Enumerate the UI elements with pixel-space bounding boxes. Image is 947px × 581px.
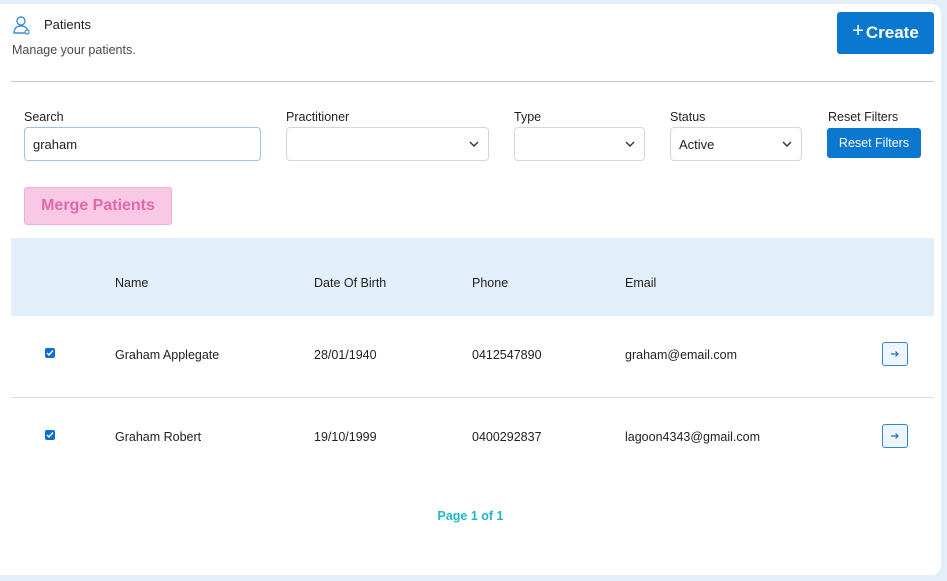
type-select[interactable] (514, 127, 645, 161)
patient-dob: 19/10/1999 (314, 430, 377, 444)
patient-phone: 0400292837 (472, 430, 542, 444)
search-field[interactable] (24, 127, 261, 161)
checkmark-icon (46, 432, 54, 439)
page-subtitle: Manage your patients. (12, 43, 136, 57)
patient-email: graham@email.com (625, 348, 738, 362)
chevron-down-icon (625, 141, 635, 147)
column-header-dob[interactable]: Date Of Birth (314, 276, 386, 290)
status-select[interactable]: Active (670, 127, 802, 161)
page-title: Patients (44, 17, 91, 32)
column-header-name[interactable]: Name (115, 276, 148, 290)
arrow-right-icon (891, 433, 899, 439)
user-icon (13, 16, 30, 35)
practitioner-label: Practitioner (286, 110, 350, 124)
column-header-phone[interactable]: Phone (472, 276, 508, 290)
pagination-label: Page 1 of 1 (437, 509, 504, 523)
type-label: Type (514, 110, 542, 124)
patient-name: Graham Applegate (115, 348, 220, 362)
practitioner-select[interactable] (286, 127, 489, 161)
plus-icon: + (852, 20, 864, 42)
patient-dob: 28/01/1940 (314, 348, 377, 362)
chevron-down-icon (469, 141, 479, 147)
search-label: Search (24, 110, 64, 124)
table-header: Name Date Of Birth Phone Email (11, 238, 934, 316)
table-row[interactable]: Graham Applegate 28/01/1940 0412547890 g… (11, 316, 934, 398)
chevron-down-icon (782, 141, 792, 147)
header-divider (11, 81, 934, 82)
create-button[interactable]: + Create (837, 12, 934, 54)
table-row[interactable]: Graham Robert 19/10/1999 0400292837 lago… (11, 398, 934, 480)
merge-patients-button[interactable]: Merge Patients (24, 187, 172, 225)
create-button-label: Create (865, 23, 919, 42)
open-patient-button[interactable] (882, 424, 908, 448)
open-patient-button[interactable] (882, 342, 908, 366)
patient-name: Graham Robert (115, 430, 202, 444)
search-input[interactable] (33, 136, 252, 152)
patient-email: lagoon4343@gmail.com (625, 430, 760, 444)
arrow-right-icon (891, 351, 899, 357)
status-value: Active (679, 136, 715, 152)
checkmark-icon (46, 350, 54, 357)
row-checkbox[interactable] (45, 348, 55, 358)
column-header-email[interactable]: Email (625, 276, 656, 290)
reset-filters-button[interactable]: Reset Filters (827, 128, 921, 158)
reset-filters-label: Reset Filters (828, 110, 899, 124)
patient-phone: 0412547890 (472, 348, 542, 362)
patients-panel: Patients Manage your patients. + Create … (0, 4, 941, 575)
status-label: Status (670, 110, 706, 124)
row-checkbox[interactable] (45, 430, 55, 440)
